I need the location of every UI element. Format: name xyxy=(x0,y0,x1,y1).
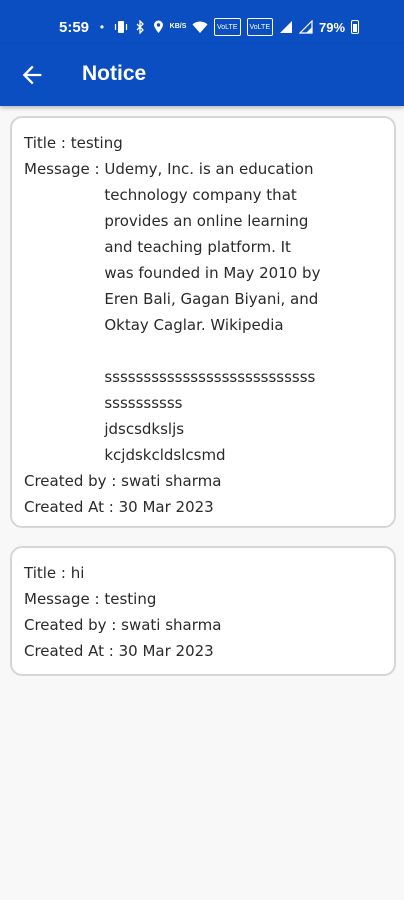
signal-icon xyxy=(279,19,293,35)
volte-icon: VoLTE xyxy=(246,18,273,36)
created-by-label: Created by : xyxy=(24,616,122,634)
created-at-label: Created At : xyxy=(24,642,119,660)
notice-title: testing xyxy=(70,134,123,152)
app-bar: Notice xyxy=(0,44,404,106)
status-icons: • KB/S VoLTE VoLTE 79% xyxy=(96,18,360,36)
notice-message-row: Message : testing xyxy=(24,586,382,612)
vibrate-icon xyxy=(114,19,128,35)
battery-percent: 79% xyxy=(319,19,346,35)
message-label: Message : xyxy=(24,160,105,178)
notice-created-at-row: Created At : 30 Mar 2023 xyxy=(24,638,382,664)
location-icon xyxy=(152,19,164,35)
title-label: Title : xyxy=(24,564,71,582)
notice-card[interactable]: Title : testing Message : Udemy, Inc. is… xyxy=(10,116,396,528)
notice-message: Udemy, Inc. is an education technology c… xyxy=(104,160,321,464)
dot-icon: • xyxy=(99,20,105,34)
notice-created-at-row: Created At : 30 Mar 2023 xyxy=(24,494,382,520)
notice-title-row: Title : testing xyxy=(24,130,382,156)
status-time: 5:59 xyxy=(59,19,90,36)
message-label: Message : xyxy=(24,590,105,608)
notice-card[interactable]: Title : hi Message : testing Created by … xyxy=(10,546,396,676)
notice-message-row: Message : Udemy, Inc. is an education te… xyxy=(24,156,382,468)
notice-message: testing xyxy=(104,590,157,608)
notice-title-row: Title : hi xyxy=(24,560,382,586)
created-at-label: Created At : xyxy=(24,498,119,516)
notice-created-at: 30 Mar 2023 xyxy=(118,498,214,516)
data-speed-icon: KB/S xyxy=(169,23,187,30)
notice-created-by-row: Created by : swati sharma xyxy=(24,468,382,494)
notice-created-by: swati sharma xyxy=(121,472,222,490)
page-title: Notice xyxy=(82,62,147,85)
bluetooth-icon xyxy=(134,19,146,35)
notice-created-by: swati sharma xyxy=(121,616,222,634)
notice-created-at: 30 Mar 2023 xyxy=(118,642,214,660)
notice-title: hi xyxy=(70,564,85,582)
arrow-left-icon xyxy=(22,65,42,85)
signal-icon xyxy=(299,19,313,35)
back-button[interactable] xyxy=(18,61,46,89)
created-by-label: Created by : xyxy=(24,472,122,490)
title-label: Title : xyxy=(24,134,71,152)
wifi-icon xyxy=(192,19,208,35)
volte-icon: VoLTE xyxy=(214,18,241,36)
battery-icon xyxy=(351,20,360,34)
notice-created-by-row: Created by : swati sharma xyxy=(24,612,382,638)
